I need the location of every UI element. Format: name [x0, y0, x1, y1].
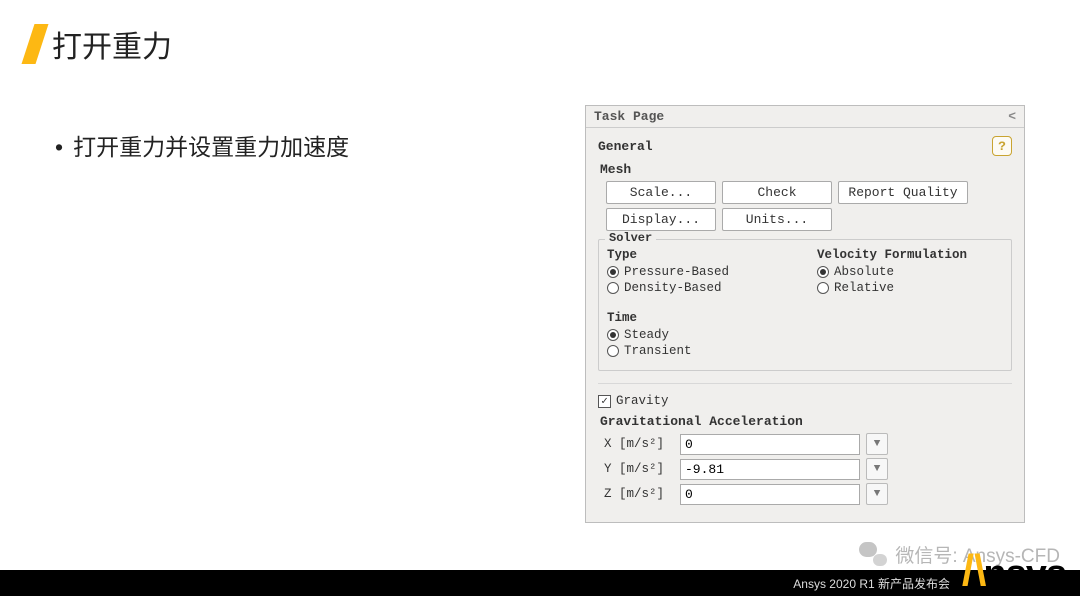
z-label: Z [m/s²] — [604, 487, 674, 501]
wechat-icon — [859, 540, 887, 568]
y-label: Y [m/s²] — [604, 462, 674, 476]
grav-accel-label: Gravitational Acceleration — [600, 414, 1012, 429]
radio-icon — [607, 282, 619, 294]
gravity-x-row: X [m/s²] ▼ — [604, 433, 1012, 455]
pressure-based-label: Pressure-Based — [624, 265, 729, 279]
pressure-based-radio[interactable]: Pressure-Based — [607, 265, 793, 279]
accent-bar-icon — [22, 24, 49, 64]
relative-label: Relative — [834, 281, 894, 295]
radio-icon — [607, 266, 619, 278]
dropdown-icon[interactable]: ▼ — [866, 483, 888, 505]
logo-text: nsys — [983, 553, 1066, 596]
gravity-y-row: Y [m/s²] ▼ — [604, 458, 1012, 480]
steady-radio[interactable]: Steady — [607, 328, 1003, 342]
units-button[interactable]: Units... — [722, 208, 832, 231]
type-label: Type — [607, 248, 793, 262]
dropdown-icon[interactable]: ▼ — [866, 458, 888, 480]
radio-icon — [817, 266, 829, 278]
help-icon[interactable]: ? — [992, 136, 1012, 156]
steady-label: Steady — [624, 328, 669, 342]
gravity-checkbox[interactable]: ✓ Gravity — [598, 394, 1012, 408]
radio-icon — [607, 329, 619, 341]
ansys-logo: /\ nsys — [962, 544, 1066, 596]
display-button[interactable]: Display... — [606, 208, 716, 231]
task-page-body: General ? Mesh Scale... Check Report Qua… — [586, 128, 1024, 522]
density-based-radio[interactable]: Density-Based — [607, 281, 793, 295]
solver-type-col: Type Pressure-Based Density-Based — [607, 248, 793, 297]
check-button[interactable]: Check — [722, 181, 832, 204]
solver-group: Solver Type Pressure-Based Density-Based… — [598, 239, 1012, 371]
scale-button[interactable]: Scale... — [606, 181, 716, 204]
task-page-title: Task Page — [594, 109, 664, 124]
dropdown-icon[interactable]: ▼ — [866, 433, 888, 455]
gravity-y-input[interactable] — [680, 459, 860, 480]
task-page-panel: Task Page < General ? Mesh Scale... Chec… — [585, 105, 1025, 523]
density-based-label: Density-Based — [624, 281, 722, 295]
gravity-z-row: Z [m/s²] ▼ — [604, 483, 1012, 505]
radio-icon — [817, 282, 829, 294]
transient-radio[interactable]: Transient — [607, 344, 1003, 358]
time-label: Time — [607, 311, 1003, 325]
slide-title-block: 打开重力 — [28, 22, 172, 66]
relative-radio[interactable]: Relative — [817, 281, 1003, 295]
gravity-z-input[interactable] — [680, 484, 860, 505]
transient-label: Transient — [624, 344, 692, 358]
absolute-radio[interactable]: Absolute — [817, 265, 1003, 279]
velocity-col: Velocity Formulation Absolute Relative — [817, 248, 1003, 297]
bullet-text: 打开重力并设置重力加速度 — [55, 128, 349, 162]
gravity-block: ✓ Gravity Gravitational Acceleration X [… — [598, 383, 1012, 505]
footer-bar: Ansys 2020 R1 新产品发布会 — [0, 570, 1080, 596]
footer-text: Ansys 2020 R1 新产品发布会 — [793, 575, 950, 592]
gravity-x-input[interactable] — [680, 434, 860, 455]
x-label: X [m/s²] — [604, 437, 674, 451]
absolute-label: Absolute — [834, 265, 894, 279]
mesh-label: Mesh — [600, 162, 1010, 177]
gravity-label: Gravity — [616, 394, 669, 408]
general-label: General — [598, 139, 653, 154]
checkbox-icon: ✓ — [598, 395, 611, 408]
solver-group-title: Solver — [605, 231, 656, 245]
velocity-label: Velocity Formulation — [817, 248, 1003, 262]
task-page-header: Task Page < — [586, 106, 1024, 128]
report-quality-button[interactable]: Report Quality — [838, 181, 968, 204]
slide-title: 打开重力 — [52, 22, 172, 66]
collapse-icon[interactable]: < — [1008, 109, 1016, 124]
radio-icon — [607, 345, 619, 357]
